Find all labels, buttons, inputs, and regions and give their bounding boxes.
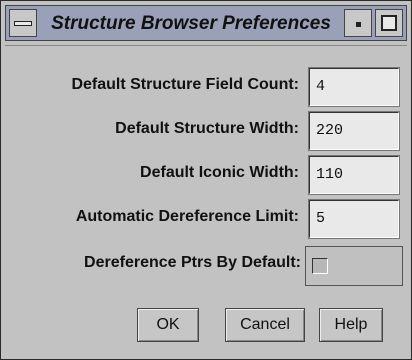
window-menu-icon — [14, 21, 32, 26]
dereference-ptrs-checkbox[interactable] — [312, 258, 328, 274]
structure-width-input[interactable] — [316, 122, 392, 139]
dereference-limit-input-box[interactable] — [308, 199, 400, 239]
window-menu-button[interactable] — [9, 9, 37, 37]
structure-field-count-label: Default Structure Field Count: — [71, 76, 299, 93]
field-row-iconic-width: Default Iconic Width: — [5, 155, 407, 196]
iconic-width-input-box[interactable] — [308, 155, 400, 195]
dialog-body: Default Structure Field Count: Default S… — [5, 45, 407, 358]
structure-width-label: Default Structure Width: — [115, 120, 299, 137]
dereference-limit-label: Automatic Dereference Limit: — [75, 208, 299, 225]
minimize-button[interactable] — [344, 9, 372, 37]
window-title: Structure Browser Preferences — [51, 13, 331, 34]
maximize-icon — [381, 15, 397, 31]
maximize-button[interactable] — [375, 9, 403, 37]
iconic-width-input[interactable] — [316, 166, 392, 183]
structure-width-input-box[interactable] — [308, 111, 400, 151]
field-row-structure-width: Default Structure Width: — [5, 111, 407, 152]
dereference-ptrs-toggle-box — [305, 246, 403, 286]
toggle-row-dereference-ptrs: Dereference Ptrs By Default: — [5, 246, 407, 286]
cancel-button[interactable]: Cancel — [225, 308, 305, 342]
dereference-ptrs-label: Dereference Ptrs By Default: — [84, 254, 301, 271]
dereference-limit-input[interactable] — [316, 210, 392, 227]
iconic-width-label: Default Iconic Width: — [140, 164, 299, 181]
structure-field-count-input-box[interactable] — [308, 67, 400, 107]
ok-button[interactable]: OK — [137, 308, 199, 342]
help-button[interactable]: Help — [319, 308, 383, 342]
minimize-icon — [356, 22, 361, 27]
field-row-structure-field-count: Default Structure Field Count: — [5, 67, 407, 108]
button-row: OK Cancel Help — [137, 308, 397, 348]
title-bar[interactable]: Structure Browser Preferences — [5, 5, 407, 41]
structure-field-count-input[interactable] — [316, 78, 392, 95]
field-row-dereference-limit: Automatic Dereference Limit: — [5, 199, 407, 240]
preferences-window: Structure Browser Preferences Default St… — [0, 0, 412, 360]
